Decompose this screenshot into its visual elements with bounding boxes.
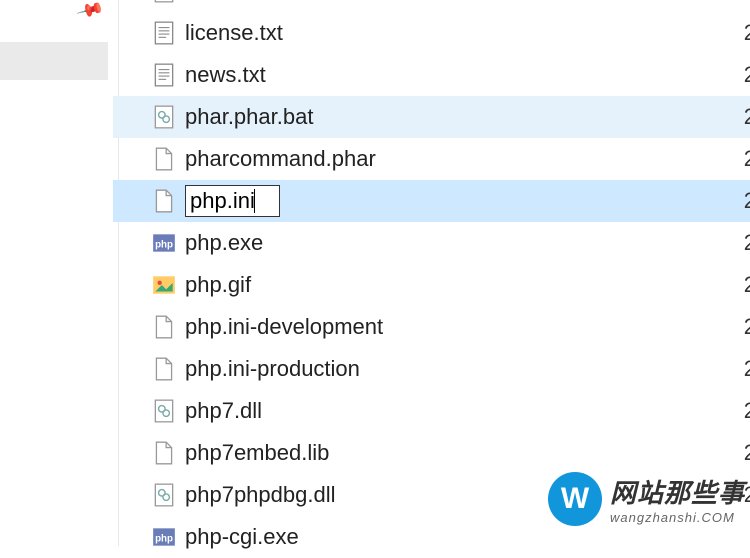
text-icon: [151, 20, 177, 46]
file-name: php7phpdbg.dll: [185, 482, 335, 508]
file-name: php.ini-production: [185, 356, 360, 382]
file-list[interactable]: libssh2.dll2license.txt2news.txt2phar.ph…: [113, 0, 750, 546]
gear-bat-icon: [151, 104, 177, 130]
table-row[interactable]: php.ini 2: [113, 180, 750, 222]
table-row[interactable]: news.txt 2: [113, 54, 750, 96]
php-exe-icon: php: [151, 230, 177, 256]
watermark-text-main: 网站那些事: [610, 473, 745, 510]
gif-icon: [151, 272, 177, 298]
rename-input[interactable]: php.ini: [185, 185, 280, 217]
file-name: php-cgi.exe: [185, 524, 299, 550]
date-fragment: 2: [744, 356, 750, 382]
table-row[interactable]: pharcommand.phar 2: [113, 138, 750, 180]
date-fragment: 2: [744, 104, 750, 130]
file-name: php.exe: [185, 230, 263, 256]
blank-icon: [151, 356, 177, 382]
watermark-logo: W: [548, 472, 602, 526]
file-name: license.txt: [185, 20, 283, 46]
date-fragment: 2: [744, 20, 750, 46]
svg-text:php: php: [155, 239, 173, 250]
table-row[interactable]: php.ini-development 2: [113, 306, 750, 348]
file-name: php7.dll: [185, 398, 262, 424]
table-row[interactable]: php.gif 2: [113, 264, 750, 306]
date-fragment: 2: [744, 314, 750, 340]
watermark: W 网站那些事 wangzhanshi.COM: [548, 472, 745, 526]
date-fragment: 2: [744, 0, 750, 4]
table-row[interactable]: php.ini-production 2: [113, 348, 750, 390]
table-row[interactable]: libssh2.dll 2: [113, 0, 750, 12]
gear-dll-icon: [151, 398, 177, 424]
table-row[interactable]: php7.dll 2: [113, 390, 750, 432]
table-row[interactable]: phar.phar.bat 2: [113, 96, 750, 138]
blank-icon: [151, 146, 177, 172]
file-name: php.ini-development: [185, 314, 383, 340]
watermark-text-sub: wangzhanshi.COM: [610, 510, 745, 525]
file-name: php7embed.lib: [185, 440, 329, 466]
date-fragment: 2: [744, 272, 750, 298]
table-row[interactable]: license.txt 2: [113, 12, 750, 54]
gear-dll-icon: [151, 482, 177, 508]
file-name: phar.phar.bat: [185, 104, 313, 130]
blank-icon: [151, 440, 177, 466]
date-fragment: 2: [744, 146, 750, 172]
sidebar: 📌: [0, 0, 113, 546]
blank-icon: [151, 188, 177, 214]
file-name: libssh2.dll: [185, 0, 282, 4]
table-row[interactable]: php7embed.lib 2: [113, 432, 750, 474]
gear-dll-icon: [151, 0, 177, 4]
svg-text:php: php: [155, 533, 173, 544]
date-fragment: 2: [744, 440, 750, 466]
pin-icon: 📌: [75, 0, 105, 25]
date-fragment: 2: [744, 188, 750, 214]
file-name: news.txt: [185, 62, 266, 88]
date-fragment: 2: [744, 398, 750, 424]
php-exe-icon: php: [151, 524, 177, 550]
blank-icon: [151, 314, 177, 340]
date-fragment: 2: [744, 230, 750, 256]
text-icon: [151, 62, 177, 88]
file-name: pharcommand.phar: [185, 146, 376, 172]
table-row[interactable]: php php.exe 2: [113, 222, 750, 264]
date-fragment: 2: [744, 62, 750, 88]
sidebar-item[interactable]: [0, 42, 108, 80]
file-name: php.gif: [185, 272, 251, 298]
